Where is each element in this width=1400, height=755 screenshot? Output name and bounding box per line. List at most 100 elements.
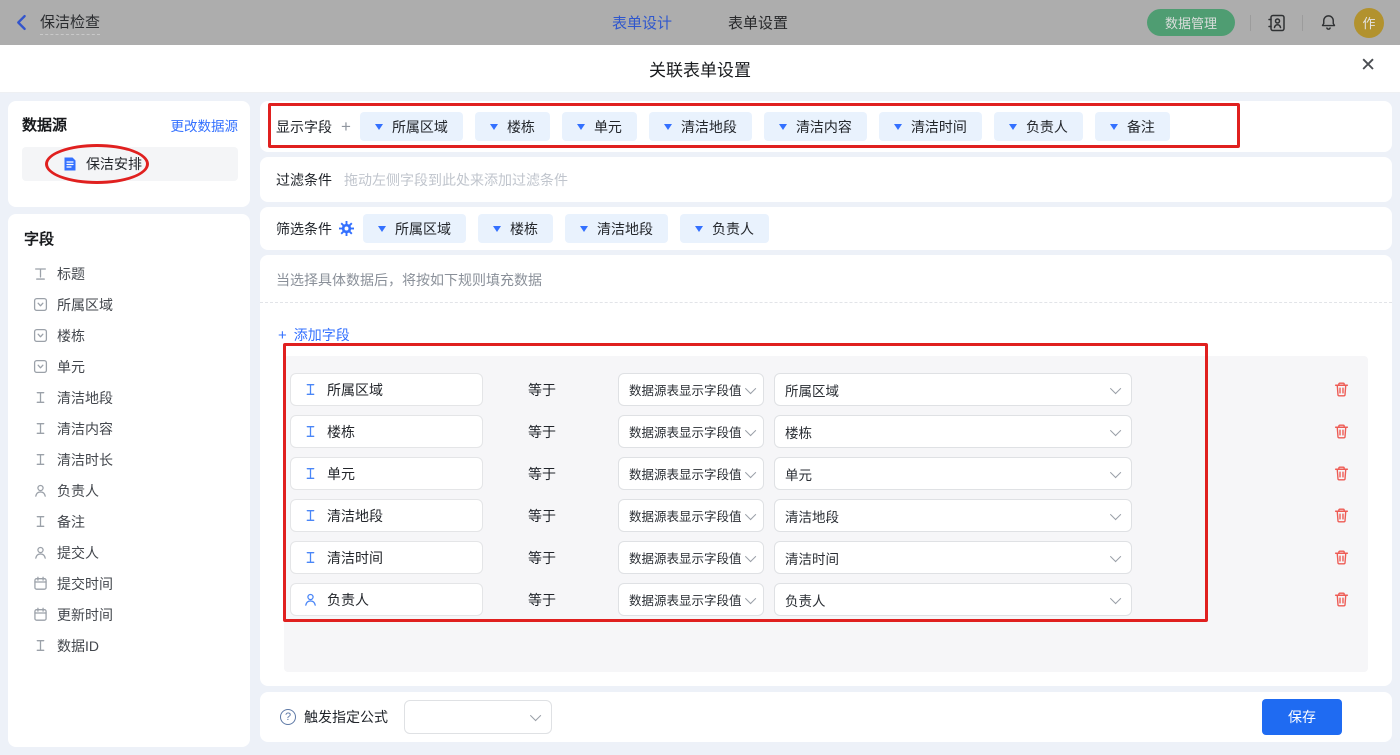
rule-value-select[interactable]: 所属区域 — [774, 373, 1132, 406]
delete-rule-button[interactable] — [1333, 591, 1350, 608]
rule-source-value: 数据源表显示字段值 — [629, 510, 742, 524]
field-item[interactable]: 更新时间 — [24, 599, 240, 630]
field-item-label: 标题 — [57, 265, 85, 282]
rule-field[interactable]: 所属区域 — [290, 373, 483, 406]
caret-down-icon — [1008, 123, 1017, 130]
field-item[interactable]: 清洁时长 — [24, 444, 240, 475]
rule-value-select[interactable]: 清洁时间 — [774, 541, 1132, 574]
caret-down-icon — [489, 123, 498, 130]
screening-tag[interactable]: 负责人 — [680, 214, 769, 243]
bell-icon[interactable] — [1318, 12, 1339, 33]
rule-value: 楼栋 — [785, 425, 812, 441]
rule-value: 所属区域 — [785, 383, 839, 399]
rule-field[interactable]: 清洁地段 — [290, 499, 483, 532]
filter-row[interactable]: 过滤条件 拖动左侧字段到此处来添加过滤条件 — [260, 157, 1392, 202]
data-manage-button[interactable]: 数据管理 — [1146, 9, 1235, 36]
rule-value-select[interactable]: 楼栋 — [774, 415, 1132, 448]
address-book-icon[interactable] — [1266, 12, 1287, 33]
add-rule-field-button[interactable]: + 添加字段 — [278, 325, 350, 345]
caret-down-icon — [493, 225, 501, 232]
field-item[interactable]: 负责人 — [24, 475, 240, 506]
formula-select[interactable] — [404, 700, 552, 734]
caret-down-icon — [576, 123, 585, 130]
screening-tags: 所属区域 楼栋 清洁地段 负责人 — [363, 214, 769, 243]
rule-field[interactable]: 清洁时间 — [290, 541, 483, 574]
display-field-tag[interactable]: 单元 — [561, 112, 637, 141]
delete-rule-button[interactable] — [1333, 507, 1350, 524]
rule-row: 单元 等于 数据源表显示字段值 单元 — [290, 457, 1350, 490]
field-item[interactable]: 单元 — [24, 351, 240, 382]
datasource-item-label: 保洁安排 — [86, 156, 142, 172]
back-button[interactable] — [14, 14, 31, 31]
rule-source-select[interactable]: 数据源表显示字段值 — [618, 541, 764, 574]
display-field-tag[interactable]: 负责人 — [993, 112, 1083, 141]
divider — [1302, 14, 1303, 31]
field-type-icon — [33, 638, 48, 653]
screening-tag[interactable]: 所属区域 — [363, 214, 466, 243]
rule-source-select[interactable]: 数据源表显示字段值 — [618, 499, 764, 532]
display-field-tag[interactable]: 所属区域 — [359, 112, 463, 141]
display-field-tag[interactable]: 楼栋 — [474, 112, 550, 141]
display-field-tag[interactable]: 清洁时间 — [878, 112, 982, 141]
rule-source-select[interactable]: 数据源表显示字段值 — [618, 373, 764, 406]
rules-hint: 当选择具体数据后，将按如下规则填充数据 — [276, 272, 542, 288]
rule-operator: 等于 — [528, 423, 556, 440]
display-field-tag[interactable]: 备注 — [1094, 112, 1170, 141]
rule-field[interactable]: 楼栋 — [290, 415, 483, 448]
display-field-tag[interactable]: 清洁内容 — [763, 112, 867, 141]
rule-value-select[interactable]: 清洁地段 — [774, 499, 1132, 532]
filter-dropzone-placeholder: 拖动左侧字段到此处来添加过滤条件 — [344, 171, 568, 188]
rule-source-select[interactable]: 数据源表显示字段值 — [618, 457, 764, 490]
delete-rule-button[interactable] — [1333, 423, 1350, 440]
tab-form-settings[interactable]: 表单设置 — [728, 12, 788, 33]
tag-label: 清洁内容 — [795, 118, 852, 135]
rules-panel: 所属区域 等于 数据源表显示字段值 所属区域 楼栋 等于 数据源表显示字段值 楼… — [284, 356, 1368, 672]
field-type-icon — [33, 421, 48, 436]
field-item[interactable]: 所属区域 — [24, 289, 240, 320]
field-item[interactable]: 提交时间 — [24, 568, 240, 599]
rule-field[interactable]: 单元 — [290, 457, 483, 490]
field-item[interactable]: 标题 — [24, 258, 240, 289]
display-field-tag[interactable]: 清洁地段 — [648, 112, 752, 141]
avatar[interactable]: 作 — [1354, 7, 1384, 38]
form-name[interactable]: 保洁检查 — [40, 11, 101, 35]
datasource-item[interactable]: 保洁安排 — [22, 147, 238, 181]
field-item[interactable]: 清洁地段 — [24, 382, 240, 413]
chevron-down-icon — [744, 382, 756, 394]
change-datasource-link[interactable]: 更改数据源 — [171, 115, 239, 135]
field-item[interactable]: 提交人 — [24, 537, 240, 568]
rule-value-select[interactable]: 负责人 — [774, 583, 1132, 616]
field-item-label: 更新时间 — [57, 606, 113, 623]
gear-icon[interactable] — [339, 221, 354, 236]
field-type-icon — [33, 359, 48, 374]
field-item[interactable]: 备注 — [24, 506, 240, 537]
modal-body: 数据源 更改数据源 保洁安排 字段 标题 所属区域 楼栋 单元 清洁地段 清洁内… — [0, 93, 1400, 755]
screening-tag[interactable]: 楼栋 — [478, 214, 553, 243]
datasource-heading: 数据源 — [22, 117, 68, 134]
screening-tag[interactable]: 清洁地段 — [565, 214, 668, 243]
rule-source-value: 数据源表显示字段值 — [629, 426, 742, 440]
chevron-down-icon — [1109, 466, 1122, 478]
delete-rule-button[interactable] — [1333, 381, 1350, 398]
delete-rule-button[interactable] — [1333, 465, 1350, 482]
field-item[interactable]: 数据ID — [24, 630, 240, 661]
display-fields-row: 显示字段 + 所属区域 楼栋 单元 清洁地段 清洁内容 清洁时间 负责人 备注 — [260, 101, 1392, 152]
field-item[interactable]: 清洁内容 — [24, 413, 240, 444]
field-item[interactable]: 楼栋 — [24, 320, 240, 351]
add-display-field-button[interactable]: + — [341, 118, 351, 135]
rule-source-select[interactable]: 数据源表显示字段值 — [618, 415, 764, 448]
close-icon[interactable]: ✕ — [1360, 56, 1376, 75]
caret-down-icon — [580, 225, 588, 232]
rule-source-value: 数据源表显示字段值 — [629, 594, 742, 608]
tab-form-design[interactable]: 表单设计 — [612, 12, 672, 33]
rule-field[interactable]: 负责人 — [290, 583, 483, 616]
field-item-label: 楼栋 — [57, 327, 85, 344]
rule-row: 清洁时间 等于 数据源表显示字段值 清洁时间 — [290, 541, 1350, 574]
field-item-label: 所属区域 — [57, 296, 113, 313]
plus-icon: + — [278, 326, 287, 344]
save-button[interactable]: 保存 — [1262, 699, 1342, 735]
delete-rule-button[interactable] — [1333, 549, 1350, 566]
rule-source-select[interactable]: 数据源表显示字段值 — [618, 583, 764, 616]
help-icon[interactable]: ? — [280, 709, 296, 725]
rule-value-select[interactable]: 单元 — [774, 457, 1132, 490]
